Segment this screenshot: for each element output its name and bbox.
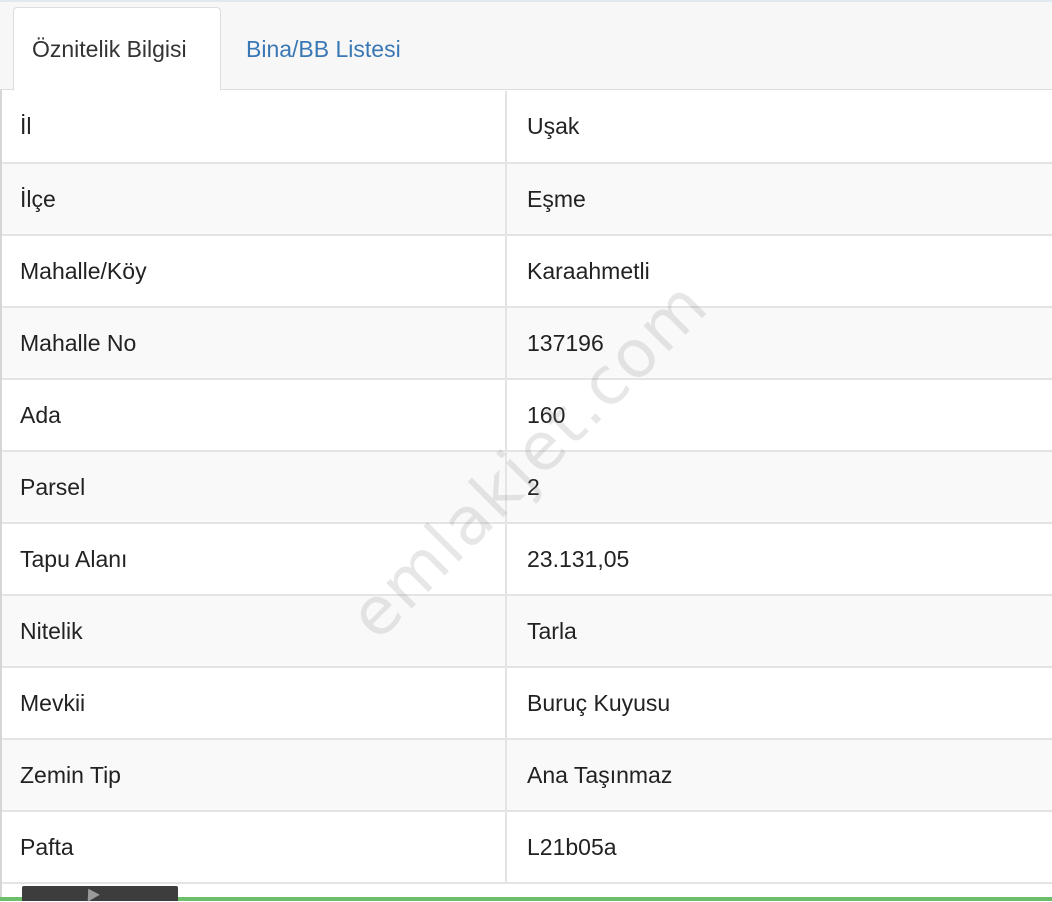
top-border (0, 0, 1052, 2)
row-key-il: İl (2, 91, 507, 164)
row-key-tapu-alani: Tapu Alanı (2, 523, 507, 596)
row-value-zemin-tip: Ana Taşınmaz (506, 739, 1052, 812)
row-key-ada: Ada (2, 379, 507, 452)
table-row: Zemin Tip Ana Taşınmaz (2, 739, 1052, 812)
row-value-nitelik: Tarla (506, 595, 1052, 668)
row-value-mahalle-koy: Karaahmetli (506, 235, 1052, 308)
table-row: Pafta L21b05a (2, 811, 1052, 884)
table-row: Ada 160 (2, 379, 1052, 452)
row-key-ilce: İlçe (2, 163, 507, 236)
row-key-pafta: Pafta (2, 811, 507, 884)
row-value-parsel: 2 (506, 451, 1052, 524)
row-value-tapu-alani: 23.131,05 (506, 523, 1052, 596)
row-key-mahalle-koy: Mahalle/Köy (2, 235, 507, 308)
row-value-il: Uşak (506, 91, 1052, 164)
row-value-pafta: L21b05a (506, 811, 1052, 884)
tab-oznitelik-bilgisi[interactable]: Öznitelik Bilgisi (13, 7, 221, 91)
table-row: İlçe Eşme (2, 163, 1052, 236)
table-row: Mahalle/Köy Karaahmetli (2, 235, 1052, 308)
row-key-parsel: Parsel (2, 451, 507, 524)
row-value-ada: 160 (506, 379, 1052, 452)
row-key-zemin-tip: Zemin Tip (2, 739, 507, 812)
table-row: Parsel 2 (2, 451, 1052, 524)
row-key-mevkii: Mevkii (2, 667, 507, 740)
table-row: İl Uşak (2, 91, 1052, 164)
row-value-ilce: Eşme (506, 163, 1052, 236)
table-row: Nitelik Tarla (2, 595, 1052, 668)
scrollbar-thumb[interactable] (22, 886, 178, 901)
row-value-mahalle-no: 137196 (506, 307, 1052, 380)
row-key-mahalle-no: Mahalle No (2, 307, 507, 380)
table-row: Mevkii Buruç Kuyusu (2, 667, 1052, 740)
attribute-table: İl Uşak İlçe Eşme Mahalle/Köy Karaahmetl… (2, 91, 1052, 884)
tab-bar: Öznitelik Bilgisi Bina/BB Listesi (0, 0, 1052, 91)
table-row: Tapu Alanı 23.131,05 (2, 523, 1052, 596)
tab-bina-bb-listesi[interactable]: Bina/BB Listesi (232, 7, 401, 91)
table-row: Mahalle No 137196 (2, 307, 1052, 380)
row-key-nitelik: Nitelik (2, 595, 507, 668)
row-value-mevkii: Buruç Kuyusu (506, 667, 1052, 740)
